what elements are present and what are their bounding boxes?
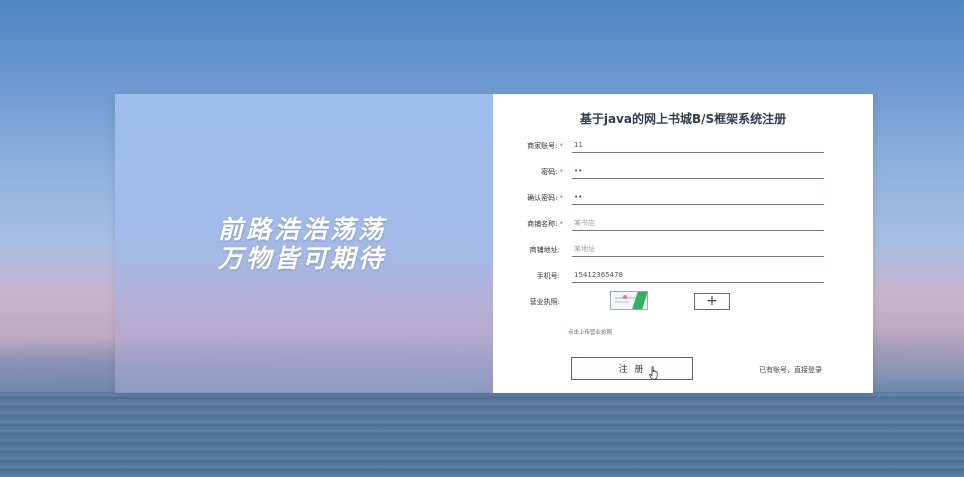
form-title: 基于java的网上书城B/S框架系统注册	[579, 112, 787, 126]
thumbnail-line	[615, 301, 629, 303]
required-mark: *	[559, 142, 564, 150]
required-mark: *	[559, 194, 564, 202]
shop-address-label: 商铺地址:	[529, 246, 560, 254]
register-card: 前路浩浩荡荡 万物皆可期待 基于java的网上书城B/S框架系统注册 商家账号:…	[115, 94, 873, 393]
upload-license-button[interactable]: +	[694, 293, 730, 310]
required-mark: *	[559, 220, 564, 228]
merchant-account-label: 商家账号: *	[527, 142, 564, 150]
license-thumbnail[interactable]	[610, 291, 648, 310]
confirm-password-label: 确认密码: *	[527, 194, 564, 202]
confirm-password-input[interactable]	[572, 190, 824, 205]
register-button[interactable]: 注 册	[571, 357, 693, 380]
phone-label: 手机号:	[536, 272, 560, 280]
slogan-line-2: 万物皆可期待	[217, 244, 386, 273]
register-form-panel: 基于java的网上书城B/S框架系统注册 商家账号:* 密码:* 确认密码:* …	[493, 94, 873, 393]
thumbnail-seal	[623, 295, 627, 299]
password-label: 密码: *	[541, 168, 564, 176]
phone-input[interactable]	[572, 268, 824, 283]
required-mark: *	[559, 168, 564, 176]
slogan-line-1: 前路浩浩荡荡	[217, 215, 386, 244]
thumbnail-corner	[631, 292, 647, 309]
shop-address-input[interactable]	[572, 242, 824, 257]
shop-name-input[interactable]	[572, 216, 824, 231]
login-link[interactable]: 已有账号，直接登录	[759, 365, 822, 375]
password-input[interactable]	[572, 164, 824, 179]
left-banner-panel: 前路浩浩荡荡 万物皆可期待	[115, 94, 493, 393]
upload-license-hint[interactable]: 点击上传营业执照	[568, 328, 612, 336]
shop-name-label: 商铺名称: *	[527, 220, 564, 228]
merchant-account-input[interactable]	[572, 138, 824, 153]
hand-cursor-icon	[649, 366, 658, 380]
plus-icon: +	[706, 293, 718, 309]
slogan: 前路浩浩荡荡 万物皆可期待	[115, 215, 493, 273]
business-license-label: 营业执照:	[529, 298, 560, 306]
background-sea	[0, 392, 964, 477]
